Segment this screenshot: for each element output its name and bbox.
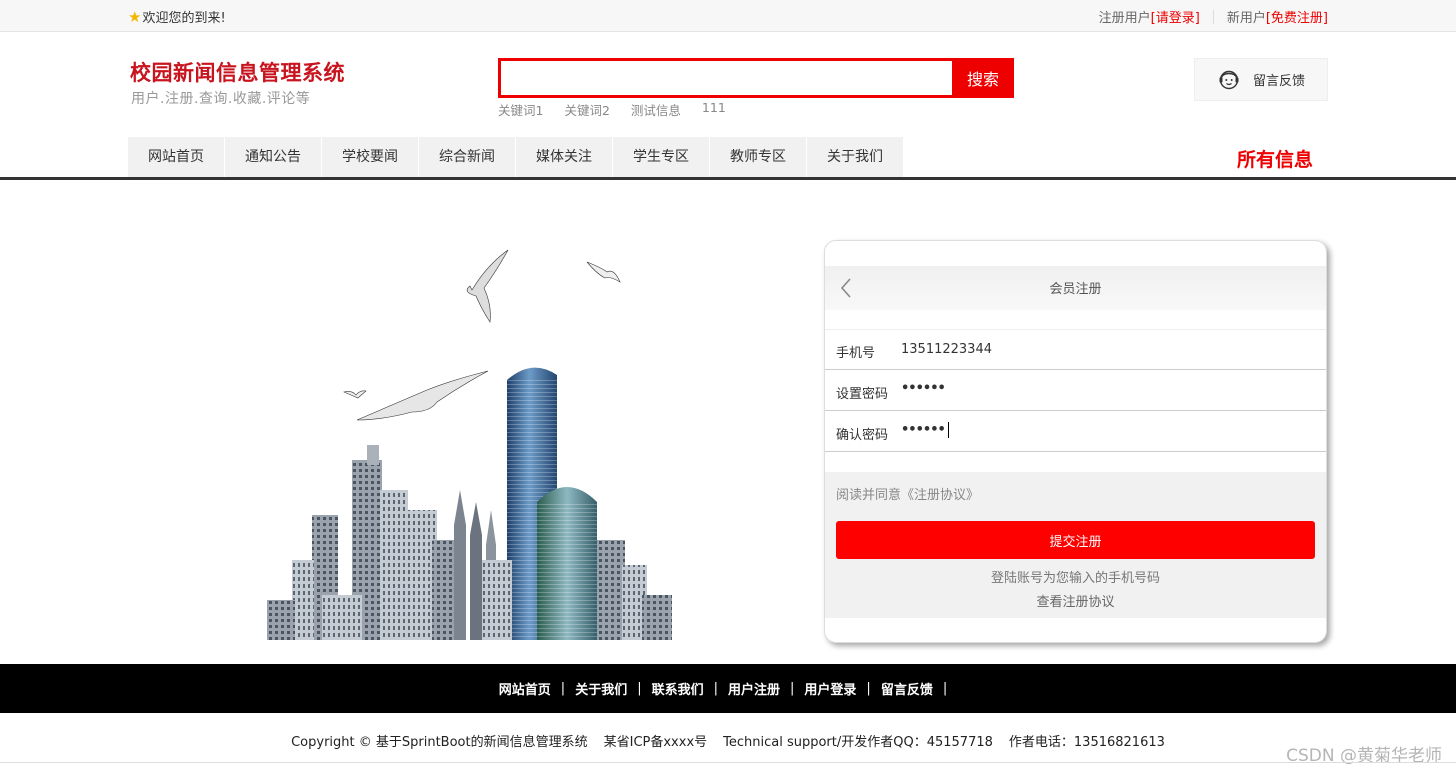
divider (0, 762, 1456, 763)
view-protocol-link[interactable]: 查看注册协议 (825, 591, 1326, 610)
phone-text: 作者电话：13516821613 (1008, 735, 1165, 750)
welcome-message: ★ 欢迎您的到来! (128, 7, 226, 26)
footer-separator: | (560, 681, 566, 696)
nav-about[interactable]: 关于我们 (807, 137, 904, 177)
footer-separator: | (713, 681, 718, 696)
copyright-bar: Copyright © 基于SprintBoot的新闻信息管理系统 某省ICP备… (0, 731, 1456, 750)
confirm-password-label: 确认密码 (836, 428, 889, 443)
nav-home[interactable]: 网站首页 (128, 137, 225, 177)
search-input[interactable] (501, 61, 952, 95)
phone-field[interactable]: 手机号 13511223344 (825, 329, 1326, 370)
phone-label: 手机号 (836, 346, 876, 361)
submit-register-button[interactable]: 提交注册 (836, 521, 1315, 559)
phone-input[interactable]: 13511223344 (901, 342, 992, 357)
nav-general-news[interactable]: 综合新闻 (419, 137, 516, 177)
nav-divider (0, 177, 1456, 180)
password-field[interactable]: 设置密码 •••••• (825, 370, 1326, 411)
hotword-link[interactable]: 测试信息 (631, 100, 681, 119)
star-icon: ★ (128, 7, 142, 26)
panel-title: 会员注册 (1049, 282, 1102, 297)
divider (1212, 9, 1214, 24)
footer-separator: | (942, 681, 948, 696)
hot-keywords: 关键词1 关键词2 测试信息 111 (498, 100, 726, 119)
nav-notices[interactable]: 通知公告 (225, 137, 322, 177)
footer-link-about[interactable]: 关于我们 (575, 679, 627, 698)
site-title[interactable]: 校园新闻信息管理系统 (130, 57, 345, 87)
feedback-button[interactable]: 留言反馈 (1194, 58, 1328, 101)
password-input[interactable]: •••••• (901, 381, 946, 396)
footer-link-login[interactable]: 用户登录 (804, 679, 856, 698)
confirm-password-value: •••••• (901, 422, 946, 438)
nav-school-news[interactable]: 学校要闻 (322, 137, 419, 177)
city-skyline-illustration (262, 240, 682, 640)
footer-nav: 网站首页 | 关于我们 | 联系我们 | 用户注册 | 用户登录 | 留言反馈 | (0, 664, 1456, 713)
new-user-label: 新用户 (1226, 11, 1266, 26)
confirm-password-field[interactable]: 确认密码 •••••• (825, 411, 1326, 452)
customer-service-icon (1217, 68, 1241, 92)
panel-header: 会员注册 (825, 266, 1326, 310)
user-links: 注册用户 [请登录] 新用户 [免费注册] (1099, 7, 1328, 26)
footer-link-register[interactable]: 用户注册 (728, 679, 780, 698)
text-caret (947, 422, 949, 438)
confirm-password-input[interactable]: •••••• (901, 422, 949, 438)
account-hint: 登陆账号为您输入的手机号码 (990, 571, 1160, 586)
hotword-link[interactable]: 关键词1 (498, 100, 543, 119)
footer-link-contact[interactable]: 联系我们 (652, 679, 704, 698)
hotword-link[interactable]: 111 (702, 100, 726, 119)
registered-user-label: 注册用户 (1098, 11, 1151, 26)
nav-teachers[interactable]: 教师专区 (710, 137, 807, 177)
hotword-link[interactable]: 关键词2 (564, 100, 609, 119)
footer-link-home[interactable]: 网站首页 (499, 679, 551, 698)
all-info-link[interactable]: 所有信息 (1237, 145, 1313, 172)
feedback-label: 留言反馈 (1253, 74, 1306, 89)
nav-students[interactable]: 学生专区 (613, 137, 710, 177)
password-label: 设置密码 (836, 387, 889, 402)
icp-text: 某省ICP备xxxx号 (603, 735, 708, 750)
agree-terms-link[interactable]: 阅读并同意《注册协议》 (836, 484, 979, 503)
footer-separator: | (790, 681, 795, 696)
register-panel: 会员注册 手机号 13511223344 设置密码 •••••• 确认密码 ••… (824, 240, 1327, 643)
copyright-text: Copyright © 基于SprintBoot的新闻信息管理系统 (291, 735, 588, 750)
nav-media[interactable]: 媒体关注 (516, 137, 613, 177)
register-link[interactable]: [免费注册] (1266, 7, 1328, 26)
footer-separator: | (637, 681, 642, 696)
footer-separator: | (866, 681, 871, 696)
search-button[interactable]: 搜索 (952, 58, 1014, 98)
search-box: 搜索 (498, 58, 1014, 98)
support-text: Technical support/开发作者QQ：45157718 (723, 735, 993, 750)
welcome-text: 欢迎您的到来! (142, 11, 226, 26)
login-link[interactable]: [请登录] (1151, 7, 1200, 26)
main-nav: 网站首页 通知公告 学校要闻 综合新闻 媒体关注 学生专区 教师专区 关于我们 (128, 137, 904, 177)
site-subtitle: 用户.注册.查询.收藏.评论等 (131, 91, 311, 107)
top-bar: ★ 欢迎您的到来! 注册用户 [请登录] 新用户 [免费注册] (0, 0, 1456, 32)
footer-link-feedback[interactable]: 留言反馈 (881, 679, 933, 698)
